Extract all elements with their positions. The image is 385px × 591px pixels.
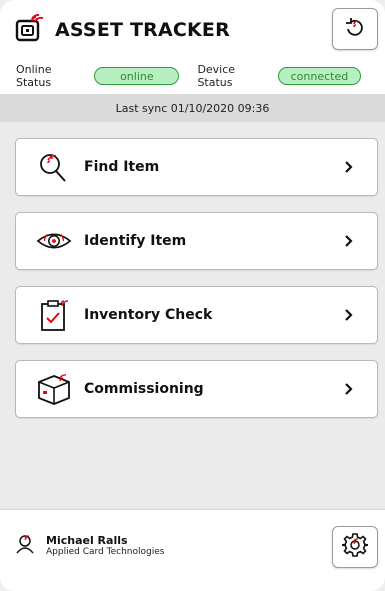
- last-sync-bar: Last sync 01/10/2020 09:36: [0, 95, 385, 122]
- chevron-right-icon: [341, 234, 357, 248]
- refresh-icon: [343, 16, 367, 42]
- last-sync-text: Last sync 01/10/2020 09:36: [115, 102, 270, 115]
- user-company: Applied Card Technologies: [46, 547, 165, 557]
- chevron-right-icon: [341, 160, 357, 174]
- refresh-button[interactable]: [332, 8, 378, 50]
- settings-button[interactable]: [332, 526, 378, 568]
- device-status-label: Device Status: [197, 63, 236, 89]
- user-signal-icon: [16, 534, 36, 558]
- menu-item-label: Inventory Check: [84, 307, 213, 323]
- user-name: Michael Ralls: [46, 534, 128, 547]
- nfc-card-icon: [15, 14, 45, 46]
- chevron-right-icon: [341, 382, 357, 396]
- menu-item-identify-item[interactable]: Identify Item: [15, 212, 378, 270]
- app-title: ASSET TRACKER: [55, 19, 230, 41]
- online-status-label: Online Status: [16, 63, 52, 89]
- chevron-right-icon: [341, 308, 357, 322]
- menu-item-label: Find Item: [84, 159, 160, 175]
- device-status-badge: connected: [277, 67, 362, 85]
- app-screen: ASSET TRACKER Online Status online Devic…: [0, 0, 385, 591]
- brand: ASSET TRACKER: [15, 14, 230, 46]
- clipboard-check-icon: [36, 297, 72, 333]
- gear-signal-icon: [341, 532, 369, 562]
- menu-item-label: Commissioning: [84, 381, 204, 397]
- box-signal-icon: [36, 371, 72, 407]
- menu-item-inventory-check[interactable]: Inventory Check: [15, 286, 378, 344]
- eye-signal-icon: [36, 223, 72, 259]
- search-signal-icon: [36, 149, 72, 185]
- status-row: Online Status online Device Status conne…: [16, 63, 362, 89]
- menu-item-commissioning[interactable]: Commissioning: [15, 360, 378, 418]
- menu-item-find-item[interactable]: Find Item: [15, 138, 378, 196]
- menu-item-label: Identify Item: [84, 233, 187, 249]
- online-status-badge: online: [94, 67, 180, 85]
- header: ASSET TRACKER Online Status online Devic…: [0, 0, 385, 95]
- user-info: Michael Ralls Applied Card Technologies: [16, 534, 164, 558]
- footer: Michael Ralls Applied Card Technologies: [0, 509, 385, 591]
